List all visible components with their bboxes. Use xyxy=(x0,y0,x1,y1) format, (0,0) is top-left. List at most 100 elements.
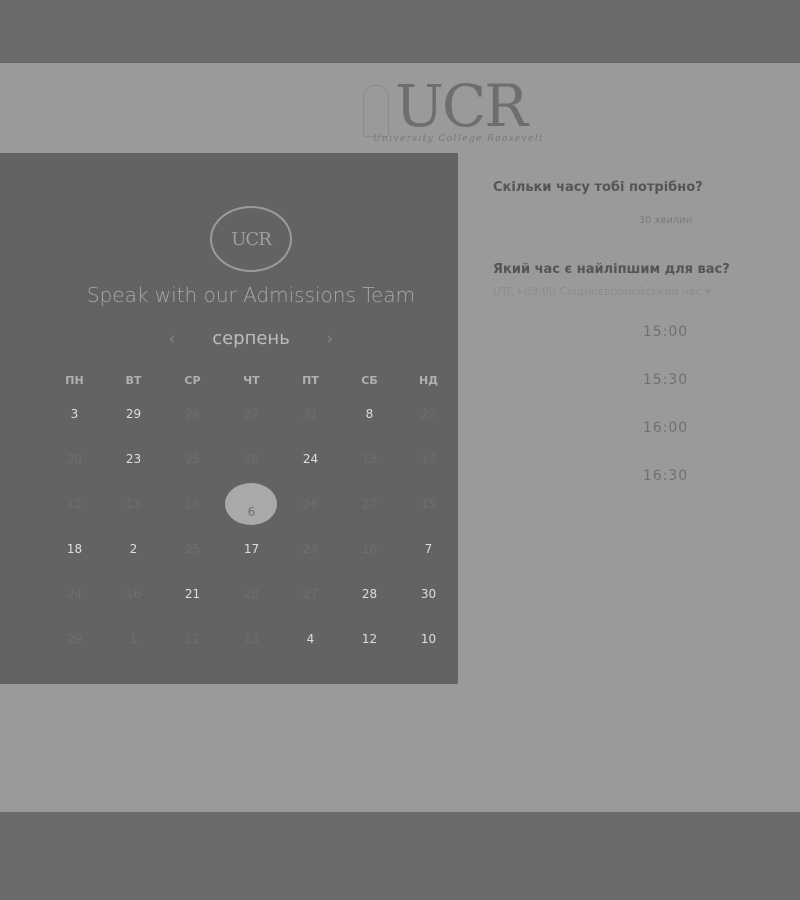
logo-tagline: University College Roosevelt xyxy=(373,134,545,144)
weekday-header: НД xyxy=(418,374,438,387)
calendar-day: 31 xyxy=(281,401,340,427)
calendar-day-number: 12 xyxy=(361,632,378,646)
calendar-day-number: 24 xyxy=(66,587,83,601)
calendar-day-number: 20 xyxy=(243,587,260,601)
calendar-day[interactable]: 10 xyxy=(399,626,458,652)
calendar-day: 24 xyxy=(281,536,340,562)
calendar-day: 25 xyxy=(163,536,222,562)
calendar-day-number: 12 xyxy=(66,497,83,511)
calendar-day: 1 xyxy=(104,626,163,652)
calendar-day[interactable]: 12 xyxy=(340,626,399,652)
weekday-header: ПН xyxy=(65,374,84,387)
calendar-day: 15 xyxy=(399,491,458,517)
calendar-day-number: 14 xyxy=(184,497,201,511)
calendar-day: 27 xyxy=(281,581,340,607)
calendar-day: 13 xyxy=(222,626,281,652)
time-slot[interactable]: 15:00 xyxy=(493,317,800,365)
calendar-day-number: 18 xyxy=(66,542,83,556)
time-question: Який час є найліпшим для вас? xyxy=(493,262,730,277)
calendar-day-number: 29 xyxy=(125,407,142,421)
calendar-day: 13 xyxy=(340,446,399,472)
calendar-day[interactable]: 21 xyxy=(163,581,222,607)
calendar-day-number: 13 xyxy=(243,632,260,646)
time-slot[interactable]: 16:30 xyxy=(493,461,800,509)
weekday-header: ВТ xyxy=(125,374,142,387)
month-label: серпень xyxy=(212,327,290,349)
calendar-day: 22 xyxy=(399,401,458,427)
ucr-badge-icon: UCR xyxy=(210,206,292,272)
calendar-day-number: 2 xyxy=(129,542,138,556)
calendar-day: 26 xyxy=(163,401,222,427)
calendar-day: 16 xyxy=(340,536,399,562)
calendar-day[interactable]: 23 xyxy=(104,446,163,472)
time-slot[interactable]: 16:00 xyxy=(493,413,800,461)
calendar-day-number: 30 xyxy=(420,587,437,601)
duration-value[interactable]: 30 хвилин xyxy=(493,215,800,226)
calendar-day[interactable]: 30 xyxy=(399,581,458,607)
calendar-panel: UCR Speak with our Admissions Team ‹ сер… xyxy=(0,153,458,684)
calendar-day-number: 12 xyxy=(184,632,201,646)
weekday-header: СБ xyxy=(361,374,378,387)
calendar-day[interactable]: 2 xyxy=(104,536,163,562)
logo-mark-icon xyxy=(363,85,389,137)
calendar-day-number: 16 xyxy=(361,542,378,556)
calendar-day: 29 xyxy=(45,626,104,652)
calendar-day-number: 27 xyxy=(243,407,260,421)
weekday-header: ЧТ xyxy=(243,374,260,387)
weekday-header: СР xyxy=(184,374,201,387)
calendar-day[interactable]: 4 xyxy=(281,626,340,652)
calendar-day-number: 27 xyxy=(361,497,378,511)
calendar-day[interactable]: 29 xyxy=(104,401,163,427)
calendar-day-number: 24 xyxy=(302,452,319,466)
calendar-day-number: 16 xyxy=(125,587,142,601)
calendar-day-number: 25 xyxy=(184,542,201,556)
calendar-day-number: 24 xyxy=(302,542,319,556)
timezone-select[interactable]: UTC+03:00 Східноєвропейський час ▾ xyxy=(493,285,711,298)
time-slot[interactable]: 15:30 xyxy=(493,365,800,413)
ucr-logo: UCR University College Roosevelt xyxy=(355,71,565,151)
calendar-day: 16 xyxy=(104,581,163,607)
calendar-day: 27 xyxy=(340,491,399,517)
weekday-header: ПТ xyxy=(302,374,319,387)
calendar-day-number: 23 xyxy=(125,452,142,466)
calendar-day[interactable]: 7 xyxy=(399,536,458,562)
calendar-day-number: 15 xyxy=(420,497,437,511)
calendar-title: Speak with our Admissions Team xyxy=(86,283,416,307)
calendar-day[interactable]: 17 xyxy=(222,536,281,562)
calendar-day-number: 13 xyxy=(125,497,142,511)
calendar-day-number: 28 xyxy=(361,587,378,601)
calendar-day-number: 31 xyxy=(302,407,319,421)
calendar-day-number: 7 xyxy=(424,542,433,556)
calendar-day: 12 xyxy=(163,626,222,652)
duration-question: Скільки часу тобі потрібно? xyxy=(493,180,703,195)
calendar-day-number: 4 xyxy=(306,632,315,646)
calendar-day: 12 xyxy=(45,491,104,517)
calendar-day: 30 xyxy=(222,446,281,472)
calendar-day[interactable]: 28 xyxy=(340,581,399,607)
calendar-grid: ПН ВТ СР ЧТ ПТ СБ НД 3 29 26 27 31 8 22 20 23 25 30 24 13 14… xyxy=(45,375,458,671)
calendar-day: 25 xyxy=(163,446,222,472)
calendar-day: 20 xyxy=(222,581,281,607)
calendar-day: 14 xyxy=(399,446,458,472)
calendar-day-number: 27 xyxy=(302,587,319,601)
calendar-day[interactable]: 18 xyxy=(45,536,104,562)
calendar-day: 20 xyxy=(45,446,104,472)
calendar-day[interactable]: 3 xyxy=(45,401,104,427)
calendar-day-number: 21 xyxy=(184,587,201,601)
calendar-day-number: 22 xyxy=(420,407,437,421)
calendar-day: 24 xyxy=(45,581,104,607)
calendar-day: 14 xyxy=(163,491,222,517)
calendar-day: 26 xyxy=(281,491,340,517)
calendar-day[interactable]: 8 xyxy=(340,401,399,427)
calendar-day-number: 17 xyxy=(243,542,260,556)
calendar-day-number: 25 xyxy=(184,452,201,466)
calendar-day-number: 8 xyxy=(365,407,374,421)
calendar-day-number: 26 xyxy=(184,407,201,421)
calendar-day-number: 30 xyxy=(243,452,260,466)
next-month-icon[interactable]: › xyxy=(318,329,342,348)
prev-month-icon[interactable]: ‹ xyxy=(160,329,184,348)
calendar-day-selected[interactable]: 6 xyxy=(222,483,281,525)
calendar-day: 13 xyxy=(104,491,163,517)
calendar-day: 27 xyxy=(222,401,281,427)
calendar-day[interactable]: 24 xyxy=(281,446,340,472)
